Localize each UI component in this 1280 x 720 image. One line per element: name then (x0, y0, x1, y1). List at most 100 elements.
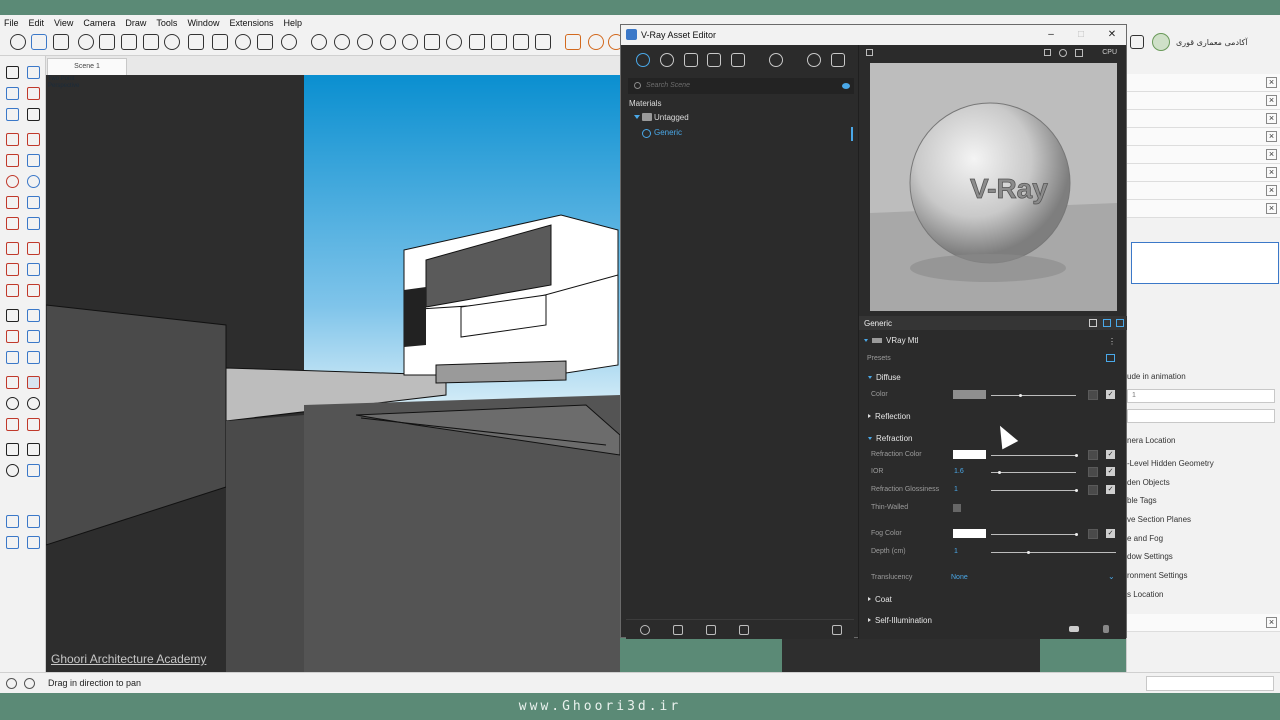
menu-help[interactable]: Help (283, 18, 302, 28)
fog-color-swatch[interactable] (953, 529, 986, 538)
preview-quality-icon[interactable] (1075, 49, 1083, 57)
preview-scene-icon[interactable] (1044, 49, 1051, 56)
refraction-glossiness-value[interactable]: 1 (954, 486, 958, 493)
delete-icon[interactable] (739, 625, 749, 635)
info-icon[interactable] (235, 34, 251, 50)
pattern-icon[interactable] (143, 34, 159, 50)
tray-option[interactable]: -Level Hidden Geometry (1127, 459, 1214, 468)
previous-view-icon[interactable] (27, 418, 40, 431)
menu-camera[interactable]: Camera (83, 18, 115, 28)
vray-light-icon[interactable] (357, 34, 373, 50)
drape-icon[interactable] (27, 536, 40, 549)
glossiness-map-button[interactable] (1088, 485, 1098, 495)
add-icon[interactable] (78, 34, 94, 50)
geometry-category-icon[interactable] (684, 53, 698, 67)
diffuse-map-button[interactable] (1088, 390, 1098, 400)
tray-panel-row[interactable]: × (1127, 128, 1280, 146)
scene-thumbnail-box[interactable] (1131, 242, 1279, 284)
cloud-icon[interactable] (164, 34, 180, 50)
sandbox-icon[interactable] (6, 515, 19, 528)
cart-icon[interactable] (257, 34, 273, 50)
diffuse-map-checkbox[interactable]: ✓ (1106, 390, 1115, 399)
tray-option[interactable]: ble Tags (1127, 496, 1157, 505)
scene-viewport[interactable]: Two Point Perspective Ghoori Architectur… (46, 75, 620, 672)
slider-knob[interactable] (1027, 551, 1030, 554)
scale-icon[interactable] (6, 284, 19, 297)
offset-icon[interactable] (27, 284, 40, 297)
tray-option[interactable]: ve Section Planes (1127, 515, 1191, 524)
tray-panel-row[interactable]: × (1127, 74, 1280, 92)
push-pull-icon[interactable] (27, 242, 40, 255)
tray-option[interactable]: ronment Settings (1127, 571, 1187, 580)
open-file-icon[interactable] (673, 625, 683, 635)
vray-render-icon[interactable] (311, 34, 327, 50)
select-icon[interactable] (10, 34, 26, 50)
close-icon[interactable]: × (1266, 113, 1277, 124)
render-icon[interactable] (807, 53, 821, 67)
rectangle-icon[interactable] (6, 154, 19, 167)
more-options-icon[interactable]: ⋮ (1108, 337, 1116, 346)
self-illumination-section[interactable]: Self-Illumination (868, 616, 932, 625)
back-arrow-icon[interactable] (1069, 626, 1079, 632)
stamp-icon[interactable] (6, 536, 19, 549)
box-icon[interactable] (99, 34, 115, 50)
add-asset-icon[interactable] (640, 625, 650, 635)
diffuse-section[interactable]: Diffuse (868, 373, 901, 382)
protractor-icon[interactable] (27, 309, 40, 322)
close-icon[interactable]: × (1266, 203, 1277, 214)
tray-option[interactable]: nera Location (1127, 436, 1175, 445)
position-camera-icon[interactable] (6, 443, 19, 456)
menu-extensions[interactable]: Extensions (229, 18, 273, 28)
eraser-icon[interactable] (27, 87, 40, 100)
diffuse-color-swatch[interactable] (953, 390, 986, 399)
pin-icon[interactable] (866, 49, 873, 56)
pie-icon[interactable] (27, 217, 40, 230)
dimension-icon[interactable] (6, 330, 19, 343)
zoom-window-icon[interactable] (27, 397, 40, 410)
render-settings-icon[interactable] (769, 53, 783, 67)
up-arrow-icon[interactable] (1103, 625, 1109, 633)
move-icon[interactable] (6, 242, 19, 255)
refraction-map-button[interactable] (1088, 450, 1098, 460)
tray-option[interactable]: dow Settings (1127, 552, 1173, 561)
depth-slider[interactable] (991, 551, 1116, 554)
follow-me-icon[interactable] (27, 263, 40, 276)
geo-location-icon[interactable] (6, 678, 17, 689)
sandbox2-icon[interactable] (27, 515, 40, 528)
orbit-tool-icon[interactable] (6, 376, 19, 389)
scene-name-field[interactable]: 1 (1127, 389, 1275, 403)
close-icon[interactable]: × (1266, 95, 1277, 106)
close-icon[interactable]: × (1266, 185, 1277, 196)
settings-icon[interactable] (188, 34, 204, 50)
fog-map-checkbox[interactable]: ✓ (1106, 529, 1115, 538)
refraction-color-slider[interactable] (991, 454, 1078, 457)
tag-icon[interactable] (27, 108, 40, 121)
freehand-icon[interactable] (27, 133, 40, 146)
vray-grid-icon[interactable] (513, 34, 529, 50)
vray-dome-icon[interactable] (402, 34, 418, 50)
translucency-dropdown[interactable]: None (951, 574, 968, 581)
slider-knob[interactable] (1074, 533, 1078, 536)
lasso-icon[interactable] (27, 66, 40, 79)
paint-bucket-icon[interactable] (6, 87, 19, 100)
textures-category-icon[interactable] (731, 53, 745, 67)
tray-panel-row[interactable]: × (1127, 200, 1280, 218)
tray-panel-row[interactable]: × (1127, 164, 1280, 182)
ior-map-checkbox[interactable]: ✓ (1106, 467, 1115, 476)
ior-slider[interactable] (991, 471, 1076, 474)
close-icon[interactable]: × (1266, 131, 1277, 142)
tray-panel-row[interactable]: × (1127, 614, 1280, 632)
menu-view[interactable]: View (54, 18, 73, 28)
rotate-icon[interactable] (6, 263, 19, 276)
menu-draw[interactable]: Draw (125, 18, 146, 28)
tray-option[interactable]: den Objects (1127, 478, 1170, 487)
refraction-map-checkbox[interactable]: ✓ (1106, 450, 1115, 459)
refraction-glossiness-slider[interactable] (991, 489, 1078, 492)
menu-file[interactable]: File (4, 18, 19, 28)
text-icon[interactable] (27, 330, 40, 343)
chevron-down-icon[interactable]: ⌄ (1108, 572, 1115, 581)
3d-text-icon[interactable] (27, 351, 40, 364)
section-plane-icon[interactable] (27, 464, 40, 477)
scene-tab[interactable]: Scene 1 (47, 58, 127, 75)
ior-map-button[interactable] (1088, 467, 1098, 477)
